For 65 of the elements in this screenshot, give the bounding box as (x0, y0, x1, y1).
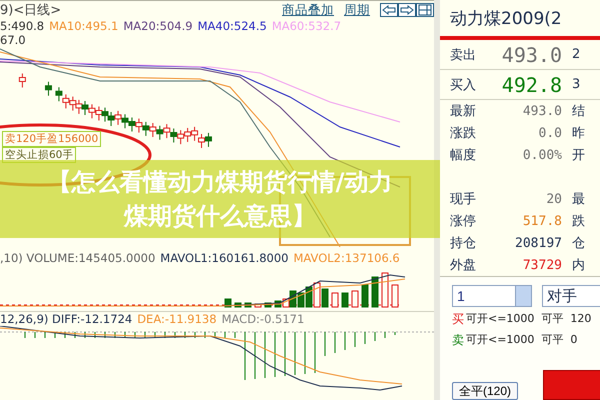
quote-value: 517.8 (522, 214, 562, 228)
volume-bar (234, 302, 242, 308)
quote-label: 内 (572, 257, 585, 274)
quote-label: 最 (572, 191, 585, 208)
quote-label: 涨跌 (450, 125, 477, 142)
macd-value: DEA:-11.9138 (137, 312, 217, 326)
quote-label: 涨停 (450, 213, 477, 230)
order-limit-text: 可开<=1000 可平 120 (466, 311, 592, 327)
quote-value: 0.0 (538, 126, 562, 140)
quote-label: 最新 (450, 103, 477, 120)
quote-label: 开 (572, 147, 585, 164)
quote-label: 现手 (450, 191, 477, 208)
volume-value: MAVOL1:160161.8000 (160, 251, 288, 265)
order-side: 买 (452, 311, 464, 328)
left-arrow-icon[interactable] (380, 3, 398, 17)
quote-label: 幅度 (450, 147, 477, 164)
volume-bar (244, 302, 252, 308)
quote-label: 仓 (572, 235, 585, 252)
quote-value: 3 (572, 77, 580, 92)
quote-label: 卖出 (450, 46, 477, 64)
candlestick (18, 73, 26, 88)
quote-value: 493.0 (522, 104, 562, 118)
quote-label: 买入 (450, 76, 477, 94)
volume-value: MAVOL2:137106.6 (294, 251, 400, 265)
chart-link[interactable]: 商品叠加 (282, 2, 334, 18)
quote-value: 208197 (514, 236, 562, 250)
volume-bar (264, 302, 272, 308)
price-label: 67.0 (0, 33, 27, 47)
banner-text: 【怎么看懂动力煤期货行情/动力 (48, 167, 392, 198)
quote-value: 0.00% (522, 148, 562, 162)
order-side: 卖 (452, 332, 464, 349)
order-limit-text: 可开<=1000 可平 0 (466, 332, 578, 348)
price-type-button[interactable]: 对手 (542, 285, 600, 307)
banner-text: 煤期货什么意思】 (124, 201, 316, 232)
close-all-button[interactable]: 全平(120) (452, 382, 518, 400)
quote-label: 持仓 (450, 235, 477, 252)
ma-value: MA10:495.1 (49, 19, 118, 33)
ma-value: MA60:532.7 (272, 19, 342, 33)
volume-bar (362, 284, 368, 308)
quote-label: 昨 (572, 125, 585, 142)
chart-annotation: 卖120手盈156000 (2, 131, 102, 147)
quote-label: 跌 (572, 213, 585, 230)
ma-value: MA40:524.5 (198, 19, 267, 33)
macd-value: MACD:-0.5171 (222, 312, 304, 326)
candlestick (44, 81, 52, 96)
quote-value: 20 (545, 192, 562, 206)
quote-label: 外盘 (450, 257, 477, 274)
macd-value: 12,26,9) DIFF:-12.1724 (0, 312, 132, 326)
quote-value: 2 (572, 47, 580, 62)
volume-value: ,10) VOLUME:145405.0000 (0, 251, 156, 265)
quantity-field[interactable]: 1 (452, 285, 516, 307)
volume-bar (372, 276, 378, 308)
ma-value: MA20:504.9 (123, 19, 193, 33)
volume-bar (254, 304, 262, 308)
quote-value: 492.8 (500, 72, 562, 96)
quote-label: 结 (572, 103, 585, 120)
right-arrow-icon[interactable] (398, 3, 416, 17)
quote-value: 73729 (522, 258, 562, 272)
ma-value: 5:490.8 (0, 19, 44, 33)
chart-link[interactable]: 周期 (344, 2, 370, 18)
contract-title: 动力煤2009(2 (440, 0, 600, 40)
chart-title: 9)<日线> (0, 2, 62, 19)
quote-value: 493.0 (500, 42, 562, 66)
volume-bar (342, 292, 348, 308)
layout-icon[interactable] (416, 3, 434, 17)
